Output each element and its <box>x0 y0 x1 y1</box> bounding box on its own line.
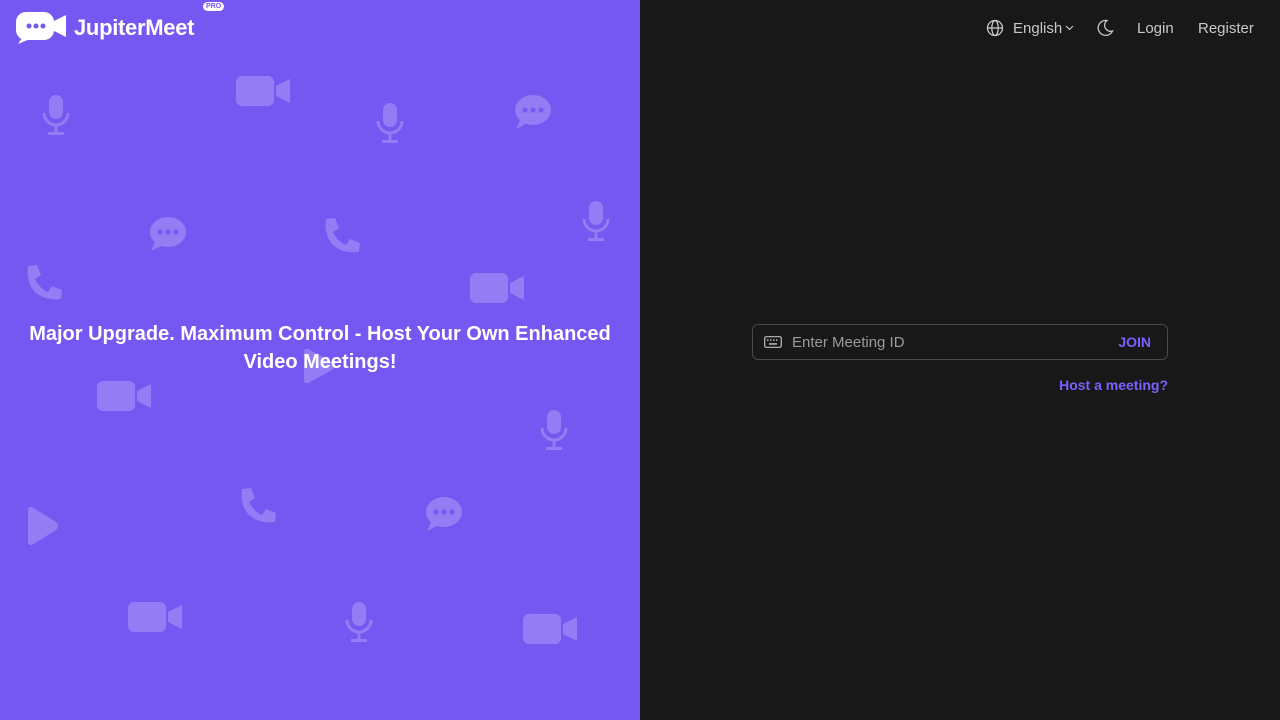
microphone-icon <box>42 95 70 135</box>
meeting-id-form: JOIN <box>752 324 1168 360</box>
video-chat-icon <box>16 12 66 44</box>
language-selector[interactable]: English <box>986 0 1074 56</box>
language-label: English <box>1013 19 1063 37</box>
play-icon <box>28 506 58 546</box>
microphone-icon <box>582 201 610 241</box>
phone-icon <box>241 488 276 523</box>
chat-bubble-icon <box>515 95 551 129</box>
microphone-icon <box>376 103 404 143</box>
video-camera-icon <box>523 614 577 644</box>
brand-logo[interactable]: JupiterMeet <box>16 12 194 44</box>
phone-icon <box>325 218 360 253</box>
register-label: Register <box>1198 19 1254 37</box>
login-label: Login <box>1137 19 1174 37</box>
video-camera-icon <box>128 602 182 632</box>
join-button[interactable]: JOIN <box>1118 334 1151 350</box>
host-meeting-link[interactable]: Host a meeting? <box>1059 377 1168 393</box>
chat-bubble-icon <box>426 497 462 531</box>
microphone-icon <box>540 410 568 450</box>
hero-panel: JupiterMeet PRO Major Upgrade. Maximum C… <box>0 0 640 720</box>
chevron-down-icon <box>1065 25 1074 31</box>
theme-toggle[interactable] <box>1096 0 1114 56</box>
pro-badge: PRO <box>203 2 225 11</box>
register-link[interactable]: Register <box>1198 0 1254 56</box>
login-link[interactable]: Login <box>1137 0 1174 56</box>
phone-icon <box>27 265 63 300</box>
meeting-id-input[interactable] <box>782 333 1119 351</box>
video-camera-icon <box>236 76 290 106</box>
video-camera-icon <box>97 381 151 411</box>
moon-icon <box>1097 19 1114 37</box>
microphone-icon <box>345 602 373 642</box>
join-panel <box>640 0 1280 720</box>
globe-icon <box>986 19 1004 37</box>
keyboard-icon <box>764 336 782 348</box>
hero-headline: Major Upgrade. Maximum Control - Host Yo… <box>29 323 611 373</box>
video-camera-icon <box>470 273 524 303</box>
chat-bubble-icon <box>150 217 186 251</box>
brand-name: JupiterMeet <box>74 15 195 40</box>
